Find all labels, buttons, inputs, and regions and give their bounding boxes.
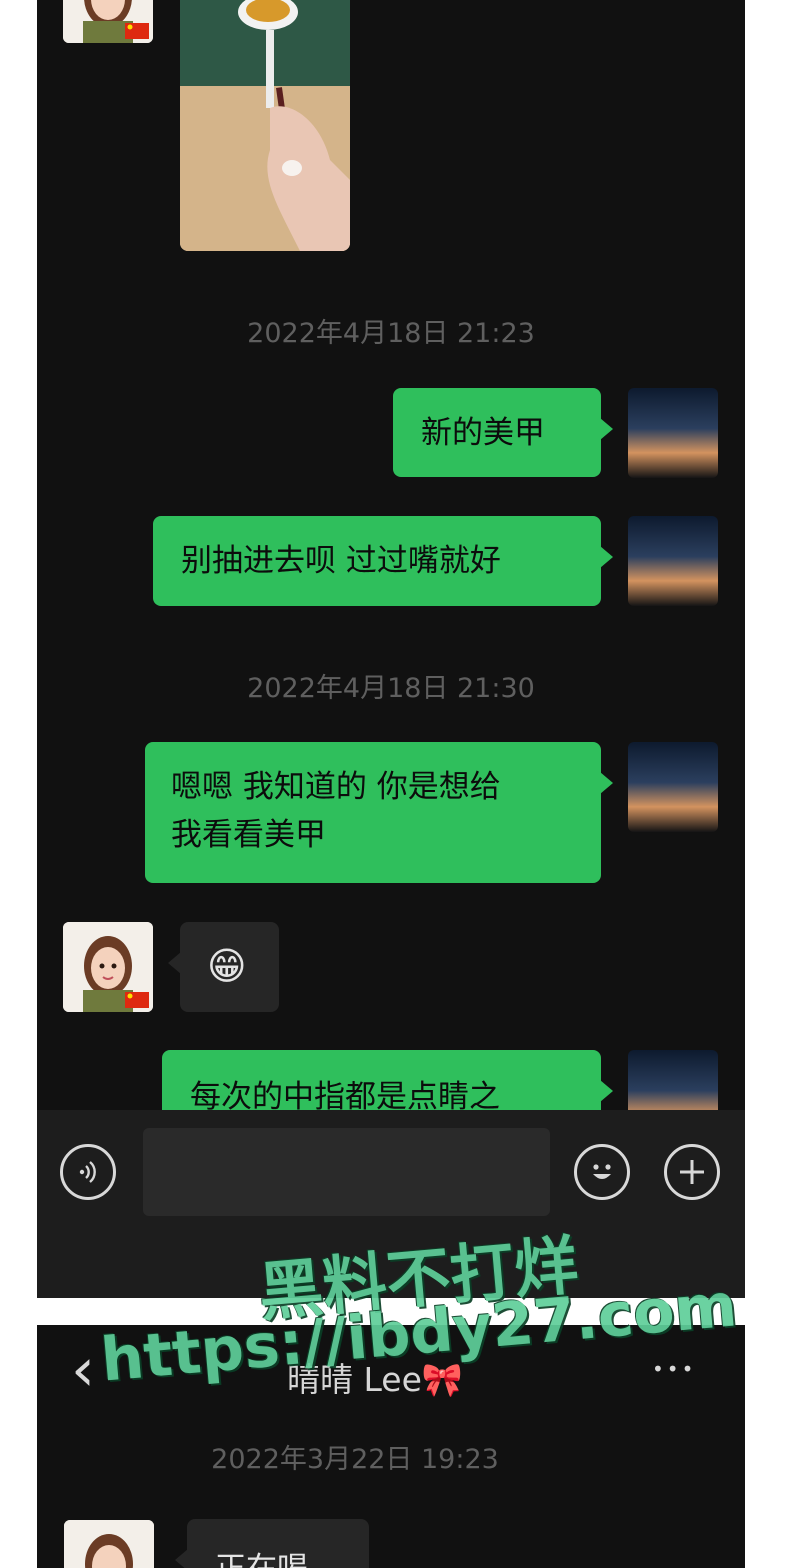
timestamp: 2022年3月22日 19:23 xyxy=(211,1444,499,1475)
message-text-line: 嗯嗯 我知道的 你是想给 xyxy=(171,769,501,805)
self-avatar[interactable] xyxy=(628,742,718,832)
sent-message-bubble[interactable]: 嗯嗯 我知道的 你是想给 我看看美甲 xyxy=(145,742,613,883)
emoji-icon[interactable] xyxy=(574,1144,630,1200)
message-text-line: 我看看美甲 xyxy=(171,817,326,853)
sent-message-bubble[interactable]: 别抽进去呗 过过嘴就好 xyxy=(153,516,613,606)
message-input[interactable] xyxy=(143,1128,550,1216)
contact-avatar[interactable] xyxy=(64,1520,154,1568)
sent-message-bubble[interactable]: 新的美甲 xyxy=(393,388,613,477)
received-message-bubble[interactable]: 😁 xyxy=(168,922,279,1012)
voice-icon[interactable] xyxy=(60,1144,116,1200)
received-message-bubble[interactable]: 正在喝 xyxy=(175,1519,369,1568)
self-avatar[interactable] xyxy=(628,516,718,606)
message-text: 新的美甲 xyxy=(421,415,545,451)
chat-screen: 2022年4月18日 21:23 新的美甲 别抽进去呗 过过嘴就好 2022年4… xyxy=(37,0,745,1298)
self-avatar[interactable] xyxy=(628,388,718,478)
message-text: 别抽进去呗 过过嘴就好 xyxy=(181,543,501,579)
plus-icon[interactable] xyxy=(664,1144,720,1200)
back-icon[interactable]: ‹ xyxy=(71,1335,95,1405)
timestamp: 2022年4月18日 21:23 xyxy=(247,318,535,349)
more-icon[interactable]: ••• xyxy=(652,1357,696,1381)
contact-avatar[interactable] xyxy=(63,0,153,43)
message-text: 正在喝 xyxy=(215,1543,308,1568)
photo-message[interactable] xyxy=(180,0,350,251)
contact-avatar[interactable] xyxy=(63,922,153,1012)
timestamp: 2022年4月18日 21:30 xyxy=(247,673,535,704)
grin-emoji-icon: 😁 xyxy=(207,944,247,988)
